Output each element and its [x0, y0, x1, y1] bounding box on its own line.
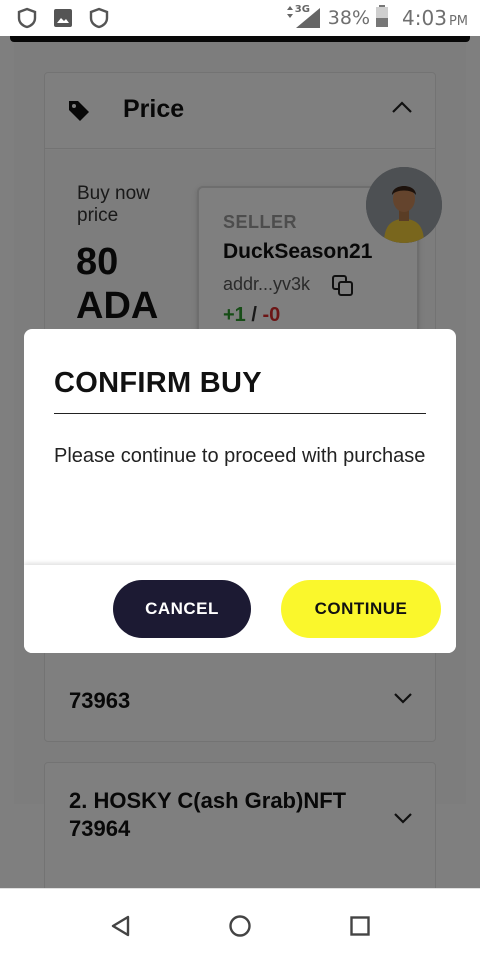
status-bar: 3G 38% 4:03 PM — [0, 0, 480, 36]
confirm-buy-dialog: CONFIRM BUY Please continue to proceed w… — [24, 329, 456, 653]
network-type-label: 3G — [294, 4, 310, 15]
dialog-message: Please continue to proceed with purchase — [54, 445, 426, 467]
battery-percent: 38% — [327, 7, 371, 29]
back-icon[interactable] — [105, 911, 135, 941]
image-icon — [52, 7, 74, 33]
cancel-button[interactable]: CANCEL — [113, 580, 251, 638]
continue-button[interactable]: CONTINUE — [281, 580, 441, 638]
dialog-footer: CANCEL CONTINUE — [24, 565, 456, 653]
dialog-divider — [54, 413, 426, 414]
home-icon[interactable] — [225, 911, 255, 941]
shield-icon — [16, 7, 38, 33]
dialog-title: CONFIRM BUY — [54, 367, 262, 399]
navigation-bar — [0, 888, 480, 960]
recents-icon[interactable] — [345, 911, 375, 941]
battery-icon — [376, 5, 389, 31]
shield-icon — [88, 7, 110, 33]
clock: 4:03 PM — [402, 6, 468, 30]
network-signal-icon: 3G — [282, 4, 322, 30]
